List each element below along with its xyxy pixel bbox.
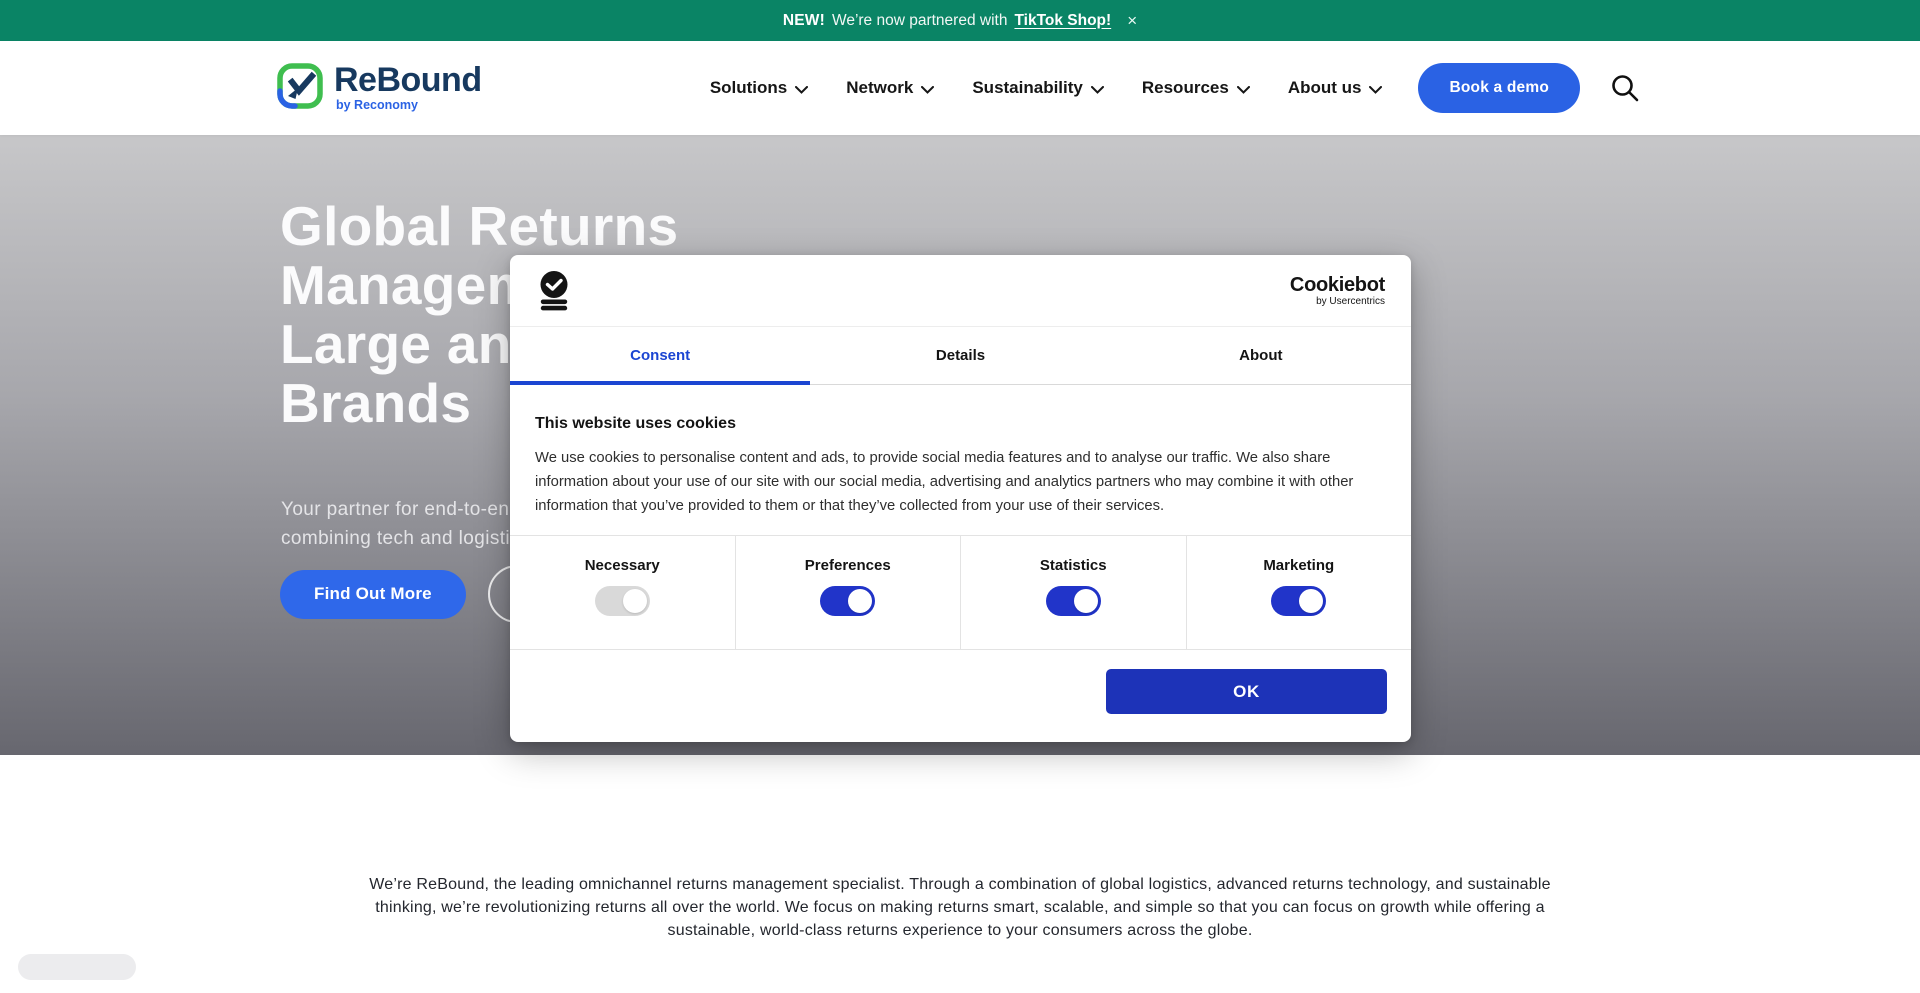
- cookie-dialog-content: This website uses cookies We use cookies…: [510, 415, 1411, 518]
- ok-button[interactable]: OK: [1106, 669, 1387, 714]
- logo-tagline: by Reconomy: [336, 98, 482, 112]
- category-preferences: Preferences: [736, 536, 962, 649]
- header-right: Solutions Network Sustainability Resourc…: [710, 63, 1640, 113]
- nav-item-sustainability[interactable]: Sustainability: [972, 77, 1104, 99]
- category-marketing: Marketing: [1187, 536, 1412, 649]
- necessary-toggle: [595, 586, 650, 616]
- chevron-down-icon: [1091, 79, 1104, 99]
- category-statistics: Statistics: [961, 536, 1187, 649]
- nav-item-resources[interactable]: Resources: [1142, 77, 1250, 99]
- banner-tiktok-link[interactable]: TikTok Shop!: [1014, 12, 1111, 30]
- nav-item-network[interactable]: Network: [846, 77, 934, 99]
- cookie-widget-stub[interactable]: [18, 954, 136, 980]
- logo-wordmark: ReBound: [334, 62, 482, 98]
- main-nav: Solutions Network Sustainability Resourc…: [710, 77, 1383, 99]
- cookiebot-wordmark: Cookiebot by Usercentrics: [1290, 274, 1385, 307]
- statistics-toggle[interactable]: [1046, 586, 1101, 616]
- intro-section: We’re ReBound, the leading omnichannel r…: [0, 755, 1920, 993]
- chevron-down-icon: [795, 79, 808, 99]
- cookie-categories: Necessary Preferences Statistics Marketi…: [510, 535, 1411, 650]
- book-a-demo-button[interactable]: Book a demo: [1418, 63, 1580, 113]
- category-necessary: Necessary: [510, 536, 736, 649]
- cookie-dialog-tabs: Consent Details About: [510, 326, 1411, 385]
- search-icon[interactable]: [1610, 73, 1640, 103]
- cookie-body-text: We use cookies to personalise content an…: [535, 446, 1386, 518]
- preferences-toggle[interactable]: [820, 586, 875, 616]
- chevron-down-icon: [1369, 79, 1382, 99]
- rebound-logo[interactable]: ReBound by Reconomy: [276, 62, 482, 115]
- tab-about[interactable]: About: [1111, 327, 1411, 384]
- cookie-dialog-header: Cookiebot by Usercentrics: [510, 255, 1411, 326]
- intro-paragraph: We’re ReBound, the leading omnichannel r…: [355, 873, 1565, 942]
- banner-message: We’re now partnered with: [832, 12, 1007, 30]
- tab-details[interactable]: Details: [810, 327, 1110, 384]
- find-out-more-button[interactable]: Find Out More: [280, 570, 466, 619]
- banner-close-icon[interactable]: ×: [1127, 12, 1137, 29]
- nav-item-solutions[interactable]: Solutions: [710, 77, 808, 99]
- cookie-heading: This website uses cookies: [535, 415, 1386, 433]
- cookiebot-logo-icon: [534, 270, 575, 316]
- cookie-consent-dialog: Cookiebot by Usercentrics Consent Detail…: [510, 255, 1411, 742]
- chevron-down-icon: [921, 79, 934, 99]
- tab-consent[interactable]: Consent: [510, 327, 810, 384]
- chevron-down-icon: [1237, 79, 1250, 99]
- announcement-banner: NEW! We’re now partnered with TikTok Sho…: [0, 0, 1920, 41]
- marketing-toggle[interactable]: [1271, 586, 1326, 616]
- rebound-logo-icon: [276, 62, 324, 115]
- banner-badge: NEW!: [783, 12, 825, 30]
- site-header: ReBound by Reconomy Solutions Network Su…: [0, 41, 1920, 135]
- nav-item-about-us[interactable]: About us: [1288, 77, 1383, 99]
